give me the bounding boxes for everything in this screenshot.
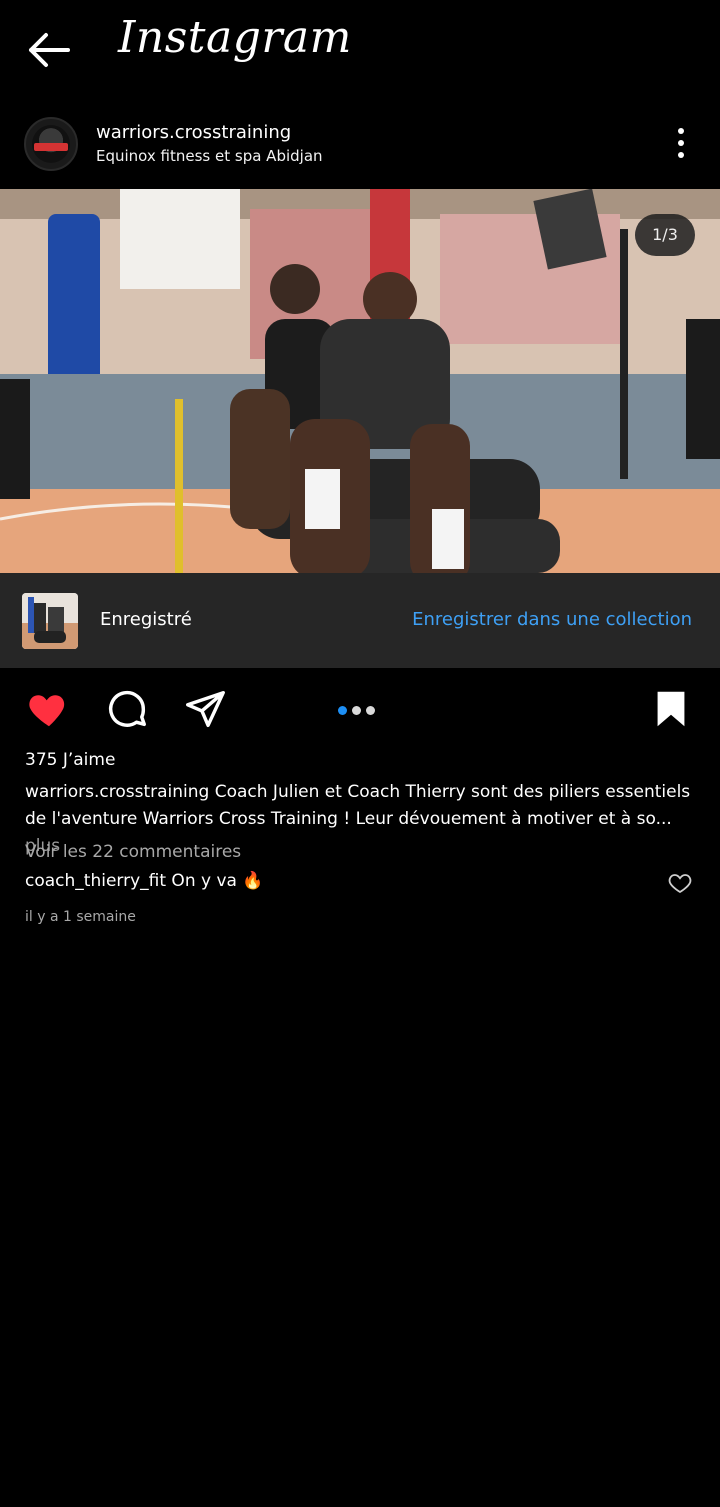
save-to-collection-link[interactable]: Enregistrer dans une collection	[412, 609, 692, 630]
post-timestamp: il y a 1 semaine	[25, 909, 136, 925]
more-options-icon[interactable]	[670, 128, 692, 162]
share-icon[interactable]	[182, 686, 228, 732]
top-bar: Instagram	[0, 0, 720, 100]
carousel-dot	[352, 706, 361, 715]
post-location[interactable]: Equinox fitness et spa Abidjan	[96, 147, 323, 165]
saved-label: Enregistré	[100, 609, 192, 630]
comment-username[interactable]: coach_thierry_fit	[25, 871, 166, 891]
avatar[interactable]	[24, 117, 78, 171]
post-photo[interactable]: 1/3	[0, 189, 720, 573]
comment-icon[interactable]	[104, 686, 150, 732]
post-username[interactable]: warriors.crosstraining	[96, 122, 291, 143]
post-header: warriors.crosstraining Equinox fitness e…	[0, 108, 720, 180]
app-title: Instagram	[118, 12, 352, 63]
heart-outline-icon[interactable]	[668, 872, 692, 894]
saved-banner: Enregistré Enregistrer dans une collecti…	[0, 573, 720, 668]
carousel-counter: 1/3	[635, 214, 695, 256]
bookmark-filled-icon[interactable]	[648, 686, 694, 732]
likes-count[interactable]: 375 J’aime	[25, 750, 115, 770]
caption-username[interactable]: warriors.crosstraining	[25, 782, 209, 802]
heart-filled-icon[interactable]	[26, 686, 72, 732]
comment-row: coach_thierry_fit On y va 🔥	[25, 871, 264, 891]
back-arrow-icon[interactable]	[24, 28, 74, 72]
view-comments-link[interactable]: Voir les 22 commentaires	[25, 842, 241, 862]
carousel-indicator	[338, 700, 384, 715]
saved-thumbnail	[22, 593, 78, 649]
carousel-dot	[366, 706, 375, 715]
comment-text: On y va 🔥	[166, 871, 264, 891]
post-actions	[0, 678, 720, 742]
carousel-dot-active	[338, 706, 347, 715]
